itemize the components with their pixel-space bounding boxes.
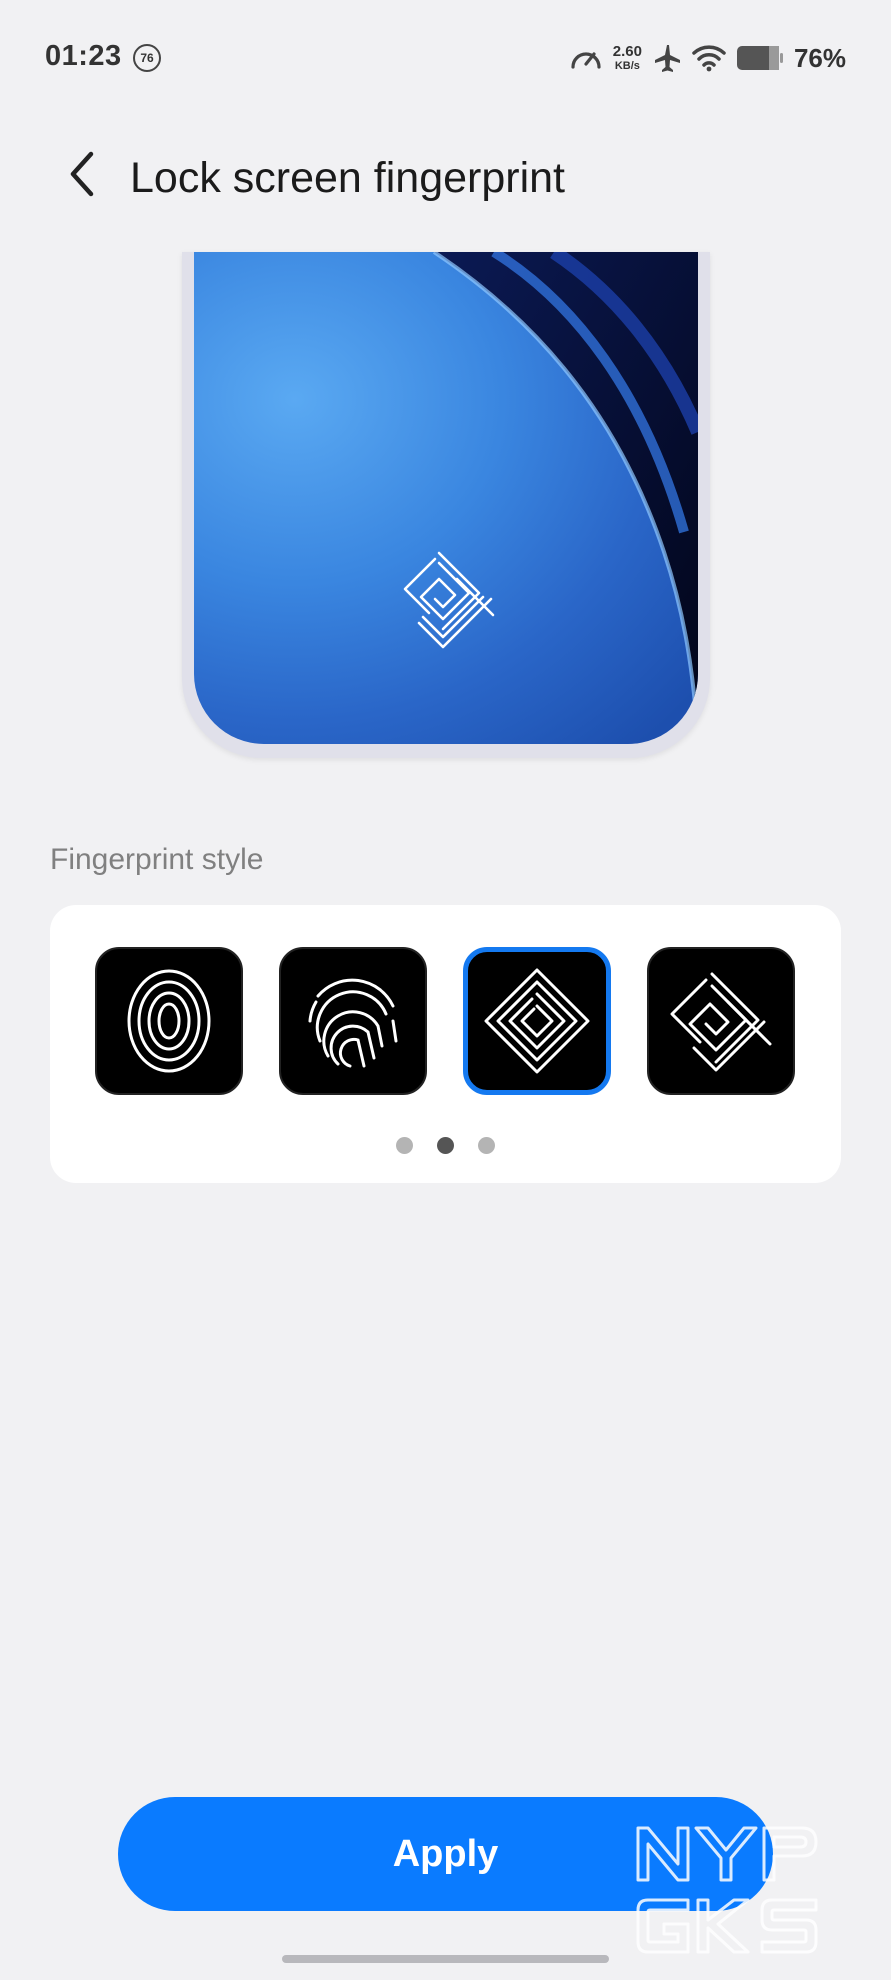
battery-percentage: 76% <box>793 42 846 73</box>
header: Lock screen fingerprint <box>0 118 891 238</box>
notification-badge: 76 <box>133 44 161 72</box>
home-indicator[interactable] <box>282 1955 609 1963</box>
battery-icon <box>736 45 784 71</box>
status-bar: 01:23 76 2.60 KB/s 76% <box>0 0 891 118</box>
classic-fingerprint-icon <box>298 966 408 1076</box>
diamond-spiral-fingerprint-icon <box>482 966 592 1076</box>
fingerprint-style-label: Fingerprint style <box>50 843 264 876</box>
network-speed-value: 2.60 <box>612 43 642 60</box>
style-option-classic[interactable] <box>279 947 427 1095</box>
back-button[interactable] <box>52 136 112 212</box>
diamond-lines-fingerprint-icon <box>666 966 776 1076</box>
status-time: 01:23 <box>45 40 122 72</box>
chevron-left-icon <box>67 150 97 198</box>
oval-fingerprint-icon <box>124 966 214 1076</box>
style-option-diamond-lines[interactable] <box>647 947 795 1095</box>
preview-wallpaper <box>194 252 698 744</box>
network-speed: 2.60 KB/s <box>613 44 642 72</box>
airplane-icon <box>652 43 682 73</box>
status-icons: 2.60 KB/s 76% <box>569 38 846 78</box>
diamond-spiral-fingerprint-icon <box>399 547 499 662</box>
style-option-oval[interactable] <box>95 947 243 1095</box>
page-indicator <box>50 1137 841 1154</box>
page-dot-3[interactable] <box>478 1137 495 1154</box>
wifi-icon <box>692 44 726 72</box>
fingerprint-style-card <box>50 905 841 1183</box>
watermark-logo <box>630 1820 865 1965</box>
page-title: Lock screen fingerprint <box>130 154 565 202</box>
wallpaper-art <box>432 252 698 744</box>
page-dot-1[interactable] <box>396 1137 413 1154</box>
speedometer-icon <box>569 43 603 73</box>
style-option-diamond-spiral[interactable] <box>463 947 611 1095</box>
network-speed-unit: KB/s <box>614 60 640 72</box>
page-dot-2[interactable] <box>437 1137 454 1154</box>
lock-screen-fingerprint-page: 01:23 76 2.60 KB/s 76% Lock screen finge… <box>0 0 891 1980</box>
lock-screen-preview <box>182 252 710 758</box>
